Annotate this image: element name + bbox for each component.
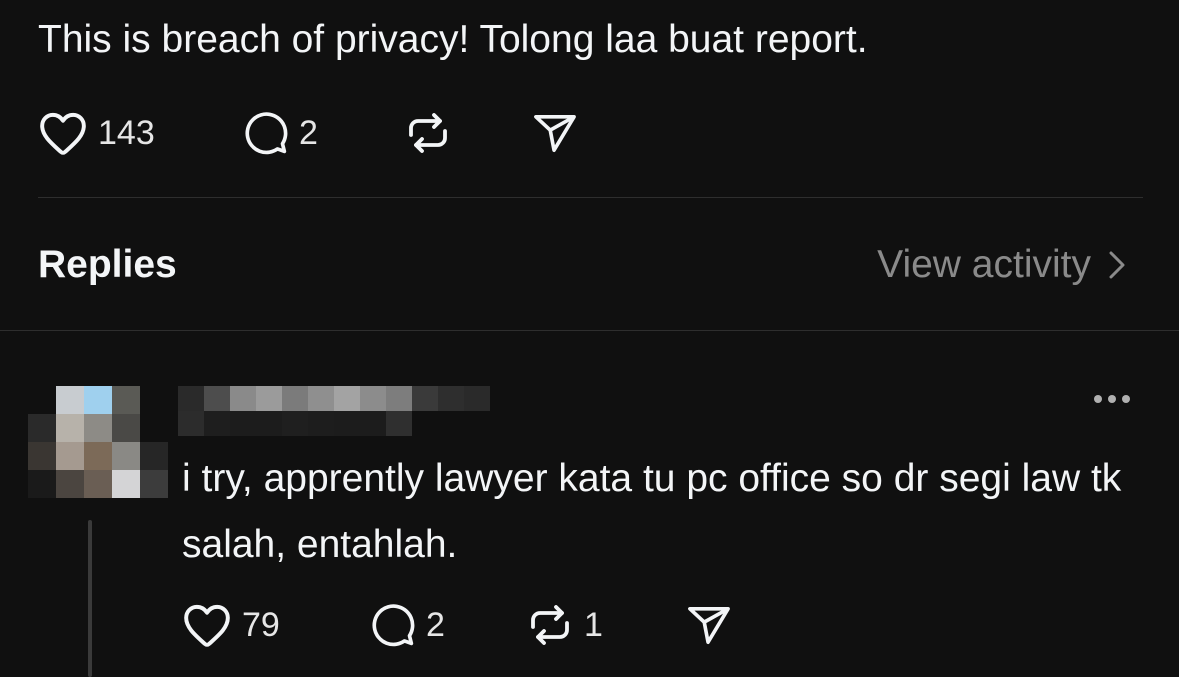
comment-icon xyxy=(245,112,288,155)
share-icon xyxy=(534,114,576,152)
share-button[interactable] xyxy=(532,112,578,154)
repost-icon xyxy=(531,605,569,645)
view-activity-link[interactable]: View activity xyxy=(877,242,1125,288)
comment-count: 2 xyxy=(426,606,445,644)
comment-button[interactable]: 2 xyxy=(370,602,445,648)
replies-heading: Replies xyxy=(38,243,177,286)
divider xyxy=(38,197,1143,198)
like-button[interactable]: 79 xyxy=(182,602,280,648)
share-icon xyxy=(688,606,730,644)
more-options-icon[interactable] xyxy=(1091,392,1133,411)
like-count: 79 xyxy=(242,606,280,644)
view-activity-label: View activity xyxy=(877,243,1091,286)
repost-button[interactable]: 1 xyxy=(526,603,603,647)
chevron-right-icon xyxy=(1109,251,1125,279)
share-button[interactable] xyxy=(686,604,732,646)
repost-icon xyxy=(409,113,447,153)
thread-line xyxy=(88,520,92,677)
reply-text: i try, apprently lawyer kata tu pc offic… xyxy=(182,457,1122,566)
like-button[interactable]: 143 xyxy=(38,110,155,156)
post-text: This is breach of privacy! Tolong laa bu… xyxy=(38,18,868,61)
heart-icon xyxy=(40,112,86,155)
divider xyxy=(0,330,1179,331)
avatar[interactable] xyxy=(28,386,168,498)
like-count: 143 xyxy=(98,114,155,152)
comment-button[interactable]: 2 xyxy=(243,110,318,156)
comment-count: 2 xyxy=(299,114,318,152)
repost-count: 1 xyxy=(584,606,603,644)
comment-icon xyxy=(372,604,415,647)
heart-icon xyxy=(184,604,230,647)
repost-button[interactable] xyxy=(404,111,452,155)
username[interactable] xyxy=(178,386,490,436)
